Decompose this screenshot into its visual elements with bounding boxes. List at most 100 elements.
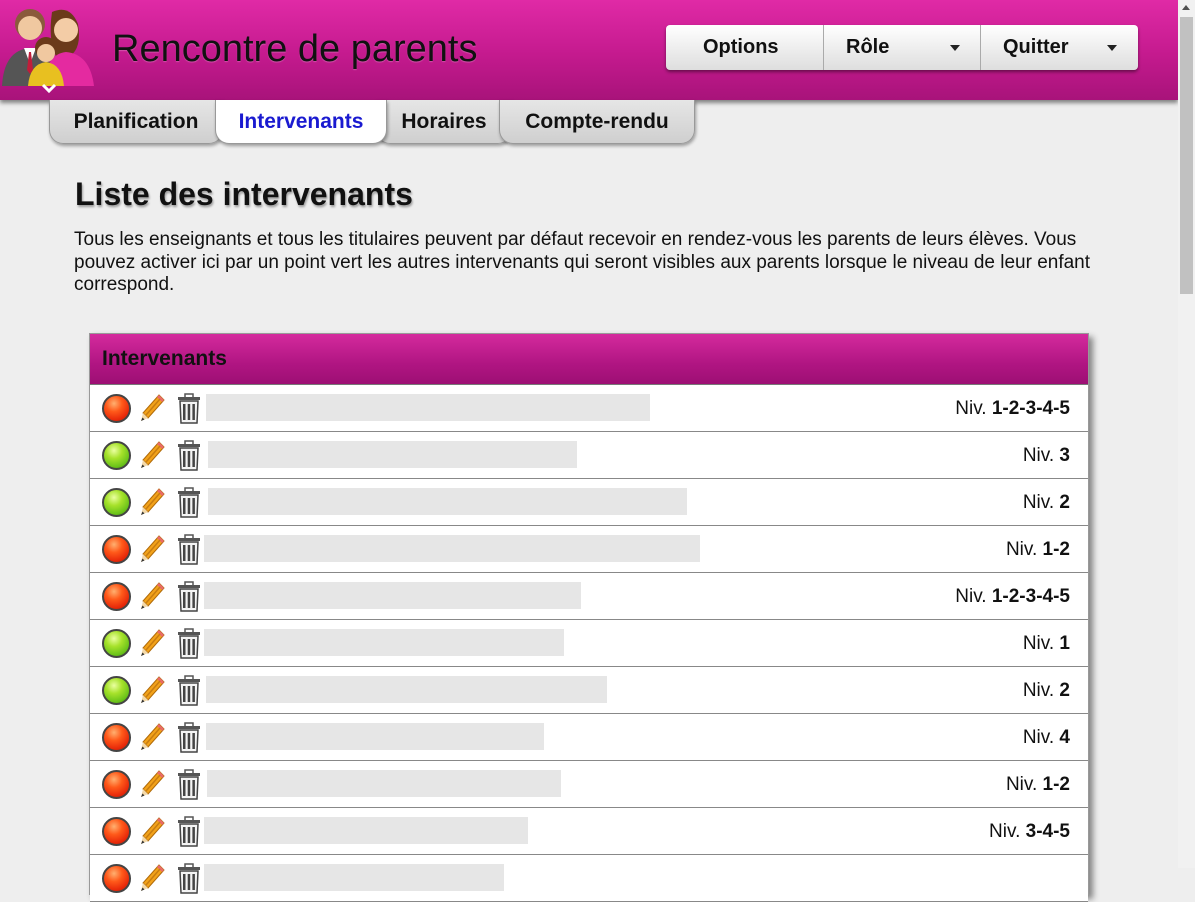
delete-trash-icon[interactable] <box>176 675 202 707</box>
redacted-name <box>206 394 650 421</box>
redacted-name <box>208 488 687 515</box>
intervenant-row: Niv. 1-2-3-4-5 <box>90 385 1088 432</box>
delete-trash-icon[interactable] <box>176 440 202 472</box>
intervenants-panel: Intervenants Niv. 1-2-3-4-5 Niv. 3 Niv. 2N… <box>89 333 1089 902</box>
edit-pencil-icon[interactable] <box>140 440 166 470</box>
redacted-name <box>204 582 581 609</box>
tab-intervenants[interactable]: Intervenants <box>215 100 387 144</box>
delete-trash-icon[interactable] <box>176 534 202 566</box>
status-toggle-green-icon[interactable] <box>102 629 131 658</box>
delete-trash-icon[interactable] <box>176 722 202 754</box>
intervenant-row: Niv. 1-2 <box>90 761 1088 808</box>
level-label: Niv. 1-2-3-4-5 <box>955 398 1070 420</box>
level-values: 3 <box>1059 445 1070 466</box>
delete-trash-icon[interactable] <box>176 581 202 613</box>
edit-pencil-icon[interactable] <box>140 675 166 705</box>
redacted-name <box>207 770 561 797</box>
redacted-name <box>206 676 607 703</box>
intervenant-row: Niv. 3 <box>90 432 1088 479</box>
edit-pencil-icon[interactable] <box>140 628 166 658</box>
chevron-down-icon[interactable] <box>40 82 58 96</box>
panel-title: Intervenants <box>102 347 227 370</box>
level-label: Niv. 1-2 <box>1006 774 1070 796</box>
app-header: Rencontre de parents Options Rôle Quitte… <box>0 0 1178 100</box>
status-toggle-green-icon[interactable] <box>102 441 131 470</box>
status-toggle-red-icon[interactable] <box>102 864 131 893</box>
redacted-name <box>204 535 700 562</box>
intervenant-row: Niv. 1-2-3-4-5 <box>90 573 1088 620</box>
status-toggle-red-icon[interactable] <box>102 582 131 611</box>
intervenant-row: Niv. 2 <box>90 667 1088 714</box>
redacted-name <box>204 864 504 891</box>
edit-pencil-icon[interactable] <box>140 769 166 799</box>
role-dropdown[interactable]: Rôle <box>824 25 981 70</box>
status-toggle-red-icon[interactable] <box>102 770 131 799</box>
tab-horaires[interactable]: Horaires <box>376 100 512 144</box>
quit-label: Quitter <box>1003 36 1069 58</box>
options-button[interactable]: Options <box>666 25 824 70</box>
delete-trash-icon[interactable] <box>176 769 202 801</box>
level-prefix: Niv. <box>1022 727 1055 748</box>
level-label: Niv. 1 <box>1023 633 1070 655</box>
redacted-name <box>208 441 577 468</box>
status-toggle-red-icon[interactable] <box>102 723 131 752</box>
level-values: 1-2 <box>1042 774 1070 795</box>
delete-trash-icon[interactable] <box>176 816 202 848</box>
scroll-thumb[interactable] <box>1180 17 1193 294</box>
level-label: Niv. 3-4-5 <box>989 821 1070 843</box>
status-toggle-green-icon[interactable] <box>102 488 131 517</box>
edit-pencil-icon[interactable] <box>140 534 166 564</box>
level-prefix: Niv. <box>1022 492 1055 513</box>
level-prefix: Niv. <box>989 821 1021 842</box>
level-prefix: Niv. <box>1005 539 1038 560</box>
status-toggle-green-icon[interactable] <box>102 676 131 705</box>
level-values: 1 <box>1059 633 1070 654</box>
level-prefix: Niv. <box>955 586 987 607</box>
level-values: 1-2-3-4-5 <box>991 398 1070 419</box>
delete-trash-icon[interactable] <box>176 628 202 660</box>
quit-dropdown[interactable]: Quitter <box>981 25 1138 70</box>
role-label: Rôle <box>846 36 890 58</box>
app-title: Rencontre de parents <box>112 28 478 70</box>
status-toggle-red-icon[interactable] <box>102 535 131 564</box>
level-prefix: Niv. <box>1005 774 1038 795</box>
intervenant-row: Niv. 1 <box>90 620 1088 667</box>
delete-trash-icon[interactable] <box>176 393 202 425</box>
intervenant-row: Niv. 3-4-5 <box>90 808 1088 855</box>
level-label: Niv. 2 <box>1023 492 1070 514</box>
vertical-scrollbar[interactable] <box>1178 0 1195 868</box>
level-label: Niv. 1-2-3-4-5 <box>955 586 1070 608</box>
edit-pencil-icon[interactable] <box>140 722 166 752</box>
top-menu: Options Rôle Quitter <box>666 25 1138 70</box>
level-values: 2 <box>1059 680 1070 701</box>
redacted-name <box>204 817 528 844</box>
level-values: 1-2-3-4-5 <box>991 586 1070 607</box>
edit-pencil-icon[interactable] <box>140 487 166 517</box>
tab-compte-rendu[interactable]: Compte-rendu <box>499 100 695 144</box>
level-prefix: Niv. <box>1022 680 1055 701</box>
edit-pencil-icon[interactable] <box>140 581 166 611</box>
delete-trash-icon[interactable] <box>176 487 202 519</box>
intervenant-row: Niv. 4 <box>90 714 1088 761</box>
scroll-up-arrow-icon[interactable] <box>1182 5 1190 10</box>
level-label: Niv. 3 <box>1023 445 1070 467</box>
level-label: Niv. 1-2 <box>1006 539 1070 561</box>
panel-header: Intervenants <box>90 334 1088 385</box>
edit-pencil-icon[interactable] <box>140 816 166 846</box>
edit-pencil-icon[interactable] <box>140 393 166 423</box>
intervenants-list: Niv. 1-2-3-4-5 Niv. 3 Niv. 2 Niv. 1-2 Niv. 1… <box>90 385 1088 902</box>
tab-planification[interactable]: Planification <box>49 100 223 144</box>
intervenant-row <box>90 855 1088 902</box>
status-toggle-red-icon[interactable] <box>102 817 131 846</box>
level-values: 1-2 <box>1042 539 1070 560</box>
level-prefix: Niv. <box>1022 633 1055 654</box>
page-title: Liste des intervenants <box>75 176 413 212</box>
status-toggle-red-icon[interactable] <box>102 394 131 423</box>
level-values: 4 <box>1059 727 1070 748</box>
level-label: Niv. 2 <box>1023 680 1070 702</box>
redacted-name <box>204 629 564 656</box>
intervenant-row: Niv. 1-2 <box>90 526 1088 573</box>
level-values: 2 <box>1059 492 1070 513</box>
level-values: 3-4-5 <box>1025 821 1070 842</box>
intervenant-row: Niv. 2 <box>90 479 1088 526</box>
